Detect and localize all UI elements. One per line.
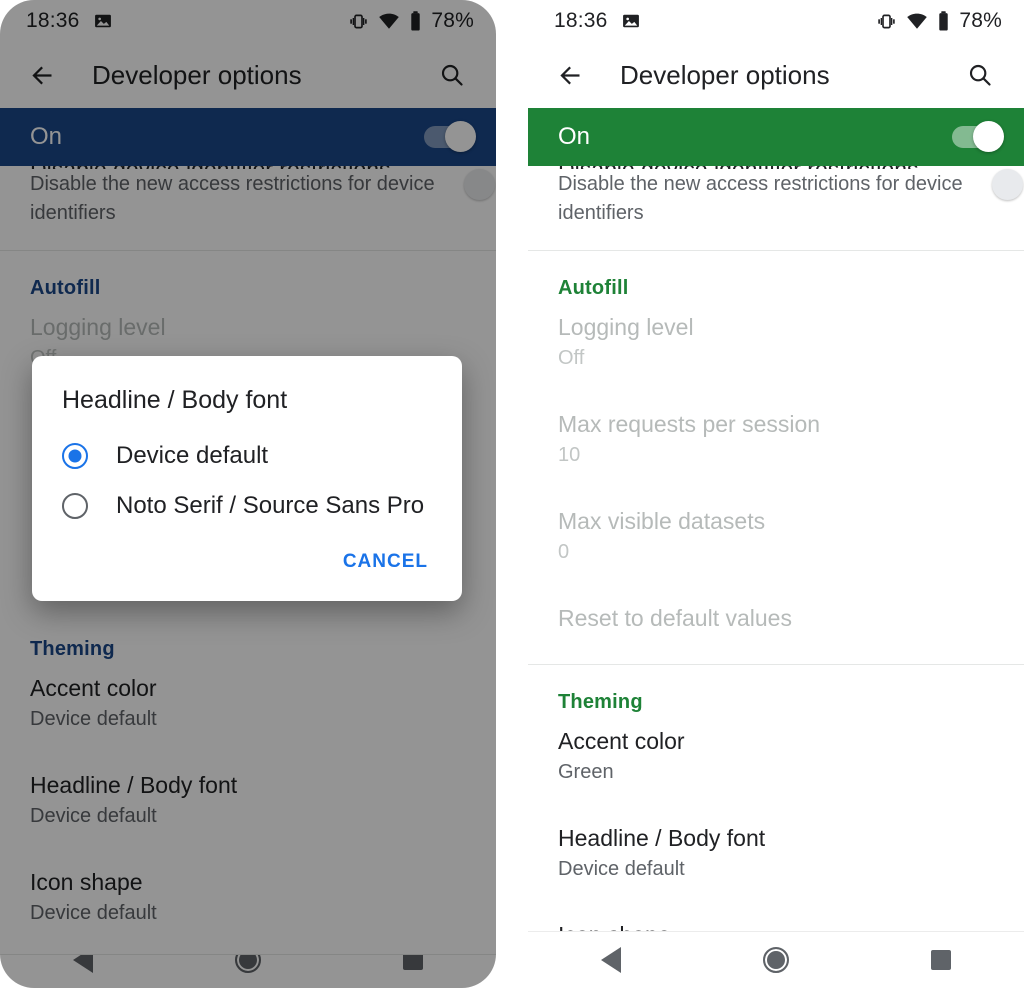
wifi-icon xyxy=(378,10,400,32)
list-item[interactable]: Logging level Off xyxy=(528,306,1024,381)
dialog-option-device-default[interactable]: Device default xyxy=(32,431,462,481)
list-item-title: Icon shape xyxy=(30,869,143,895)
list-item[interactable]: Disable device identifier restrictions D… xyxy=(0,166,496,236)
list-item[interactable]: Disable device identifier restrictions D… xyxy=(528,166,1024,236)
font-picker-dialog: Headline / Body font Device default Noto… xyxy=(32,356,462,601)
list-item[interactable]: Max visible datasets 0 xyxy=(528,500,1024,575)
list-item-title: Max requests per session xyxy=(558,411,821,437)
developer-options-master-toggle-row[interactable]: On xyxy=(0,108,496,166)
dialog-option-label: Device default xyxy=(116,442,269,469)
page-title: Developer options xyxy=(620,59,830,90)
list-item-title: Accent color xyxy=(558,728,685,754)
list-item-subtitle: Green xyxy=(558,761,614,783)
screenshot-stage: 18:36 78% Developer options On Disable t… xyxy=(0,0,1024,988)
list-item[interactable]: Accent color Device default xyxy=(0,667,496,742)
list-item-title: Logging level xyxy=(30,314,166,340)
list-item-subtitle: Off xyxy=(558,347,585,369)
status-bar-clock: 18:36 xyxy=(554,9,608,32)
list-item-subtitle: Device default xyxy=(558,858,685,880)
radio-button-unselected[interactable] xyxy=(62,493,88,519)
vibrate-icon xyxy=(348,11,369,32)
list-item-title: Max visible datasets xyxy=(558,508,766,534)
list-item[interactable]: Headline / Body font Device default xyxy=(0,764,496,839)
list-item-subtitle: Device default xyxy=(30,902,157,924)
settings-list-right[interactable]: Disable device identifier restrictions D… xyxy=(528,166,1024,931)
vibrate-icon xyxy=(876,11,897,32)
list-item-title: Reset to default values xyxy=(558,605,792,631)
nav-recents-button[interactable] xyxy=(906,937,976,983)
list-item-title: Headline / Body font xyxy=(30,772,238,798)
page-title: Developer options xyxy=(92,59,302,90)
list-item-title: Accent color xyxy=(30,675,157,701)
master-toggle-label: On xyxy=(558,123,591,150)
developer-options-master-toggle-row[interactable]: On xyxy=(528,108,1024,166)
list-item[interactable]: Reset to default values xyxy=(528,597,1024,642)
divider xyxy=(0,954,496,955)
master-toggle-label: On xyxy=(30,123,63,150)
master-toggle-switch[interactable] xyxy=(424,121,476,152)
dialog-actions: CANCEL xyxy=(32,531,462,601)
list-item-subtitle: Device default xyxy=(30,805,157,827)
image-icon xyxy=(93,11,113,31)
nav-home-button[interactable] xyxy=(741,937,811,983)
app-bar-right: Developer options xyxy=(528,42,1024,108)
wifi-icon xyxy=(906,10,928,32)
section-header-theming: Theming xyxy=(558,691,643,713)
dialog-option-noto-serif[interactable]: Noto Serif / Source Sans Pro xyxy=(32,481,462,531)
settings-list-left-lower[interactable]: Theming Accent color Device default Head… xyxy=(0,612,496,955)
list-item-subtitle: Device default xyxy=(30,708,157,730)
cancel-button[interactable]: CANCEL xyxy=(333,543,438,581)
battery-percent: 78% xyxy=(431,9,474,32)
list-item[interactable]: Icon shape Device default xyxy=(528,914,1024,931)
battery-icon xyxy=(409,10,422,32)
section-header-autofill: Autofill xyxy=(30,277,101,299)
list-item-title: Disable device identifier restrictions xyxy=(558,166,980,169)
nav-bar-right xyxy=(528,931,1024,988)
dialog-radio-group[interactable]: Device default Noto Serif / Source Sans … xyxy=(32,423,462,531)
nav-back-button[interactable] xyxy=(576,937,646,983)
device-screen-right: 18:36 78% Developer options On Disable t… xyxy=(528,0,1024,988)
app-bar-left: Developer options xyxy=(0,42,496,108)
list-item[interactable]: Headline / Body font Device default xyxy=(528,817,1024,892)
back-arrow-icon[interactable] xyxy=(546,51,594,99)
section-header-theming: Theming xyxy=(30,638,115,660)
search-icon[interactable] xyxy=(428,51,476,99)
status-bar-left: 18:36 78% xyxy=(0,0,496,42)
master-toggle-switch[interactable] xyxy=(952,121,1004,152)
list-item-subtitle: Disable the new access restrictions for … xyxy=(558,173,963,224)
list-item-title: Logging level xyxy=(558,314,694,340)
dialog-option-label: Noto Serif / Source Sans Pro xyxy=(116,492,425,519)
battery-percent: 78% xyxy=(959,9,1002,32)
list-item[interactable]: Accent color Green xyxy=(528,720,1024,795)
battery-icon xyxy=(937,10,950,32)
phone-screenshot-right: 18:36 78% Developer options On Disable t… xyxy=(528,0,1024,988)
list-item-subtitle: Disable the new access restrictions for … xyxy=(30,173,435,224)
dialog-title: Headline / Body font xyxy=(62,386,288,414)
image-icon xyxy=(621,11,641,31)
section-header-autofill: Autofill xyxy=(558,277,629,299)
list-item-title: Disable device identifier restrictions xyxy=(30,166,452,169)
list-item-title: Icon shape xyxy=(558,920,994,931)
status-bar-right: 18:36 78% xyxy=(528,0,1024,42)
list-item-subtitle: 0 xyxy=(558,541,570,563)
radio-button-selected[interactable] xyxy=(62,443,88,469)
list-item[interactable]: Icon shape Device default xyxy=(0,861,496,936)
phone-screenshot-left: 18:36 78% Developer options On Disable t… xyxy=(0,0,496,988)
list-item-title: Headline / Body font xyxy=(558,825,766,851)
list-item[interactable]: Max requests per session 10 xyxy=(528,403,1024,478)
back-arrow-icon[interactable] xyxy=(18,51,66,99)
list-item-subtitle: 10 xyxy=(558,444,581,466)
search-icon[interactable] xyxy=(956,51,1004,99)
status-bar-clock: 18:36 xyxy=(26,9,80,32)
